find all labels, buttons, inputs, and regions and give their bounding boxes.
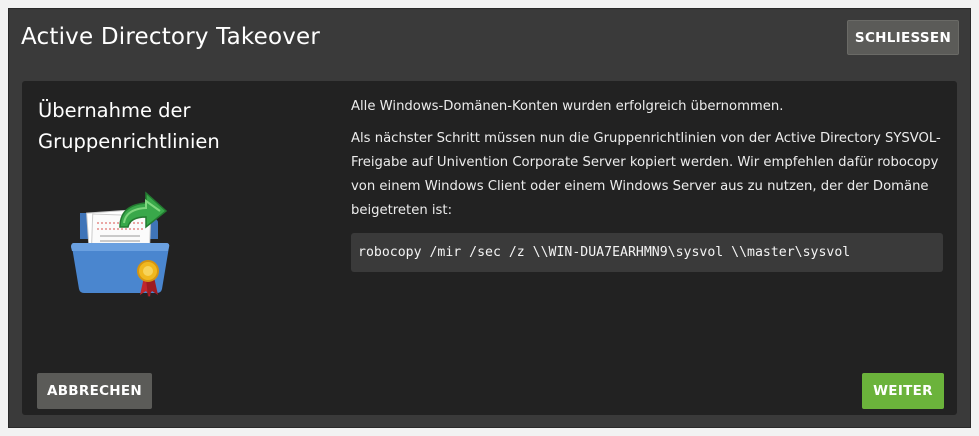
dialog-title: Active Directory Takeover xyxy=(21,24,321,50)
robocopy-command[interactable]: robocopy /mir /sec /z \\WIN-DUA7EARHMN9\… xyxy=(351,233,943,272)
page-heading-line2: Gruppenrichtlinien xyxy=(38,130,220,153)
takeover-dialog: Active Directory Takeover SCHLIESSEN Übe… xyxy=(9,9,970,427)
content-text: Alle Windows-Domänen-Konten wurden erfol… xyxy=(351,95,943,272)
success-message: Alle Windows-Domänen-Konten wurden erfol… xyxy=(351,99,784,114)
page-heading-line1: Übernahme der xyxy=(38,99,191,122)
folder-certificate-icon xyxy=(62,181,182,301)
instruction-text: Als nächster Schritt müssen nun die Grup… xyxy=(351,131,941,218)
dialog-header: Active Directory Takeover SCHLIESSEN xyxy=(9,9,970,72)
cancel-button[interactable]: ABBRECHEN xyxy=(37,373,152,409)
close-button[interactable]: SCHLIESSEN xyxy=(847,20,959,55)
page-heading: Übernahme der Gruppenrichtlinien xyxy=(38,95,288,157)
next-button[interactable]: WEITER xyxy=(862,373,944,409)
content-panel: Übernahme der Gruppenrichtlinien Alle Wi… xyxy=(22,81,957,415)
